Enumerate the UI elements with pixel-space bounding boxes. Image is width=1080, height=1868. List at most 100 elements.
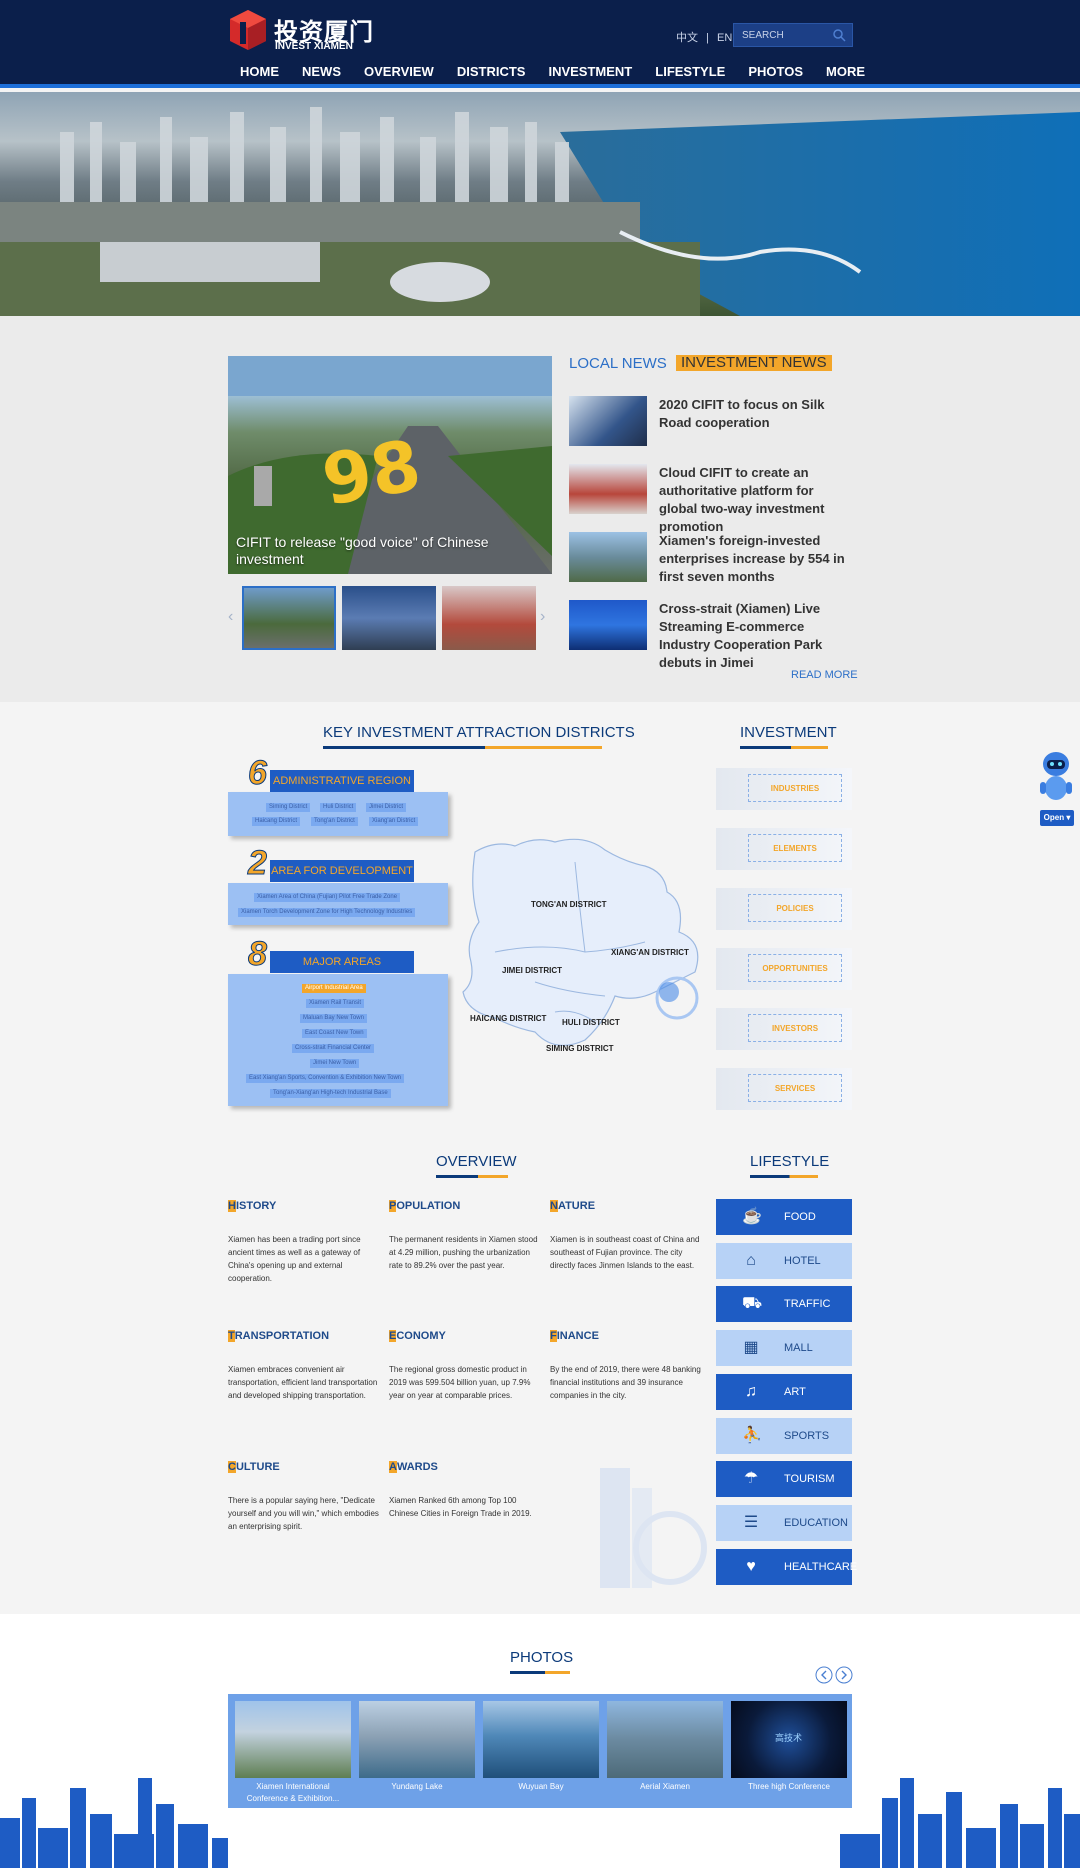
photo-item[interactable]: 高技术 Three high Conference — [731, 1701, 847, 1801]
photo-caption[interactable]: Xiamen International Conference & Exhibi… — [235, 1781, 351, 1805]
lang-chinese-link[interactable]: 中文 — [676, 32, 698, 44]
lifestyle-art[interactable]: ♫ ART — [716, 1374, 852, 1410]
major-area-tag[interactable]: Jimei New Town — [310, 1059, 360, 1068]
major-area-tag[interactable]: Airport Industrial Area — [302, 984, 366, 993]
nav-lifestyle[interactable]: LIFESTYLE — [655, 64, 725, 84]
development-tag[interactable]: Xiamen Torch Development Zone for High T… — [238, 908, 416, 917]
news-title[interactable]: 2020 CIFIT to focus on Silk Road coopera… — [659, 396, 853, 432]
photo-thumbnail[interactable] — [607, 1701, 723, 1778]
nav-home[interactable]: HOME — [240, 64, 279, 84]
nav-investment[interactable]: INVESTMENT — [548, 64, 632, 84]
photo-thumbnail[interactable]: 高技术 — [731, 1701, 847, 1778]
district-tag[interactable]: Haicang District — [252, 817, 301, 826]
robot-assistant-icon[interactable] — [1036, 748, 1076, 806]
investment-label[interactable]: OPPORTUNITIES — [748, 954, 842, 982]
nav-overview[interactable]: OVERVIEW — [364, 64, 434, 84]
news-item[interactable]: Xiamen's foreign-invested enterprises in… — [569, 532, 853, 584]
photo-item[interactable]: Aerial Xiamen — [607, 1701, 723, 1801]
news-item[interactable]: Cloud CIFIT to create an authoritative p… — [569, 464, 853, 534]
major-area-tag[interactable]: Cross-strait Financial Center — [292, 1044, 375, 1053]
lifestyle-label[interactable]: MALL — [770, 1330, 852, 1366]
logo[interactable]: 投资厦门 INVEST XIAMEN — [228, 8, 373, 54]
photo-caption[interactable]: Aerial Xiamen — [607, 1781, 723, 1793]
district-tag[interactable]: Xiang'an District — [369, 817, 419, 826]
district-tag[interactable]: Huli District — [320, 803, 357, 812]
feature-news-image[interactable]: 98 CIFIT to release "good voice" of Chin… — [228, 356, 552, 574]
thumbnail-1[interactable] — [242, 586, 336, 650]
major-area-tag[interactable]: East Xiang'an Sports, Convention & Exhib… — [246, 1074, 405, 1083]
major-area-tag[interactable]: Xiamen Rail Transit — [306, 999, 365, 1008]
lifestyle-label[interactable]: SPORTS — [770, 1418, 852, 1454]
photo-item[interactable]: Xiamen International Conference & Exhibi… — [235, 1701, 351, 1803]
feature-news-caption[interactable]: CIFIT to release "good voice" of Chinese… — [236, 534, 542, 568]
investment-investors[interactable]: INVESTORS — [716, 1008, 852, 1050]
map-label-tongan[interactable]: TONG'AN DISTRICT — [531, 900, 607, 909]
thumbnail-3[interactable] — [442, 586, 536, 650]
overview-heading[interactable]: NATURE — [550, 1200, 595, 1212]
open-chat-button[interactable]: Open ▾ — [1040, 810, 1074, 826]
investment-label[interactable]: POLICIES — [748, 894, 842, 922]
photo-caption[interactable]: Three high Conference — [731, 1781, 847, 1793]
lifestyle-healthcare[interactable]: ♥ HEALTHCARE — [716, 1549, 857, 1585]
investment-industries[interactable]: INDUSTRIES — [716, 768, 852, 810]
map-label-siming[interactable]: SIMING DISTRICT — [546, 1044, 614, 1053]
carousel-next-icon[interactable]: › — [540, 608, 545, 626]
photos-prev-icon[interactable] — [815, 1666, 833, 1684]
overview-heading[interactable]: HISTORY — [228, 1200, 276, 1212]
photo-thumbnail[interactable] — [359, 1701, 475, 1778]
investment-services[interactable]: SERVICES — [716, 1068, 852, 1110]
lifestyle-label[interactable]: HOTEL — [770, 1243, 852, 1279]
investment-label[interactable]: INDUSTRIES — [748, 774, 842, 802]
lifestyle-label[interactable]: TOURISM — [770, 1461, 852, 1497]
carousel-prev-icon[interactable]: ‹ — [228, 608, 233, 626]
investment-elements[interactable]: ELEMENTS — [716, 828, 852, 870]
major-area-tag[interactable]: Tong'an-Xiang'an High-tech Industrial Ba… — [270, 1089, 391, 1098]
investment-label[interactable]: INVESTORS — [748, 1014, 842, 1042]
map-label-xiangan[interactable]: XIANG'AN DISTRICT — [611, 948, 689, 957]
read-more-link[interactable]: READ MORE — [791, 669, 858, 681]
investment-label[interactable]: SERVICES — [748, 1074, 842, 1102]
lifestyle-sports[interactable]: ⛹ SPORTS — [716, 1418, 852, 1454]
lifestyle-label[interactable]: HEALTHCARE — [770, 1549, 857, 1585]
nav-more[interactable]: MORE — [826, 64, 865, 84]
photos-next-icon[interactable] — [835, 1666, 853, 1684]
search-input[interactable] — [734, 24, 834, 46]
lifestyle-label[interactable]: EDUCATION — [770, 1505, 852, 1541]
tab-investment-news[interactable]: INVESTMENT NEWS — [676, 355, 832, 371]
investment-policies[interactable]: POLICIES — [716, 888, 852, 930]
major-area-tag[interactable]: East Coast New Town — [302, 1029, 367, 1038]
lifestyle-label[interactable]: ART — [770, 1374, 852, 1410]
lifestyle-label[interactable]: FOOD — [770, 1199, 852, 1235]
nav-photos[interactable]: PHOTOS — [748, 64, 803, 84]
overview-heading[interactable]: ECONOMY — [389, 1330, 446, 1342]
major-area-tag[interactable]: Maluan Bay New Town — [300, 1014, 367, 1023]
overview-heading[interactable]: FINANCE — [550, 1330, 599, 1342]
overview-heading[interactable]: POPULATION — [389, 1200, 460, 1212]
news-title[interactable]: Cloud CIFIT to create an authoritative p… — [659, 464, 853, 536]
photo-caption[interactable]: Yundang Lake — [359, 1781, 475, 1793]
investment-label[interactable]: ELEMENTS — [748, 834, 842, 862]
overview-heading[interactable]: AWARDS — [389, 1461, 438, 1473]
lifestyle-tourism[interactable]: ☂ TOURISM — [716, 1461, 852, 1497]
investment-opportunities[interactable]: OPPORTUNITIES — [716, 948, 852, 990]
overview-heading[interactable]: TRANSPORTATION — [228, 1330, 329, 1342]
map-label-huli[interactable]: HULI DISTRICT — [562, 1018, 620, 1027]
district-tag[interactable]: Siming District — [266, 803, 311, 812]
lifestyle-food[interactable]: ☕ FOOD — [716, 1199, 852, 1235]
map-label-haicang[interactable]: HAICANG DISTRICT — [470, 1014, 546, 1023]
district-tag[interactable]: Jimei District — [366, 803, 406, 812]
news-item[interactable]: Cross-strait (Xiamen) Live Streaming E-c… — [569, 600, 853, 670]
photo-item[interactable]: Wuyuan Bay — [483, 1701, 599, 1801]
lang-english-link[interactable]: EN — [717, 32, 732, 44]
photo-thumbnail[interactable] — [235, 1701, 351, 1778]
lifestyle-mall[interactable]: ▦ MALL — [716, 1330, 852, 1366]
thumbnail-2[interactable] — [342, 586, 436, 650]
district-tag[interactable]: Tong'an District — [311, 817, 358, 826]
photo-item[interactable]: Yundang Lake — [359, 1701, 475, 1801]
search-icon[interactable] — [832, 28, 846, 42]
lifestyle-hotel[interactable]: ⌂ HOTEL — [716, 1243, 852, 1279]
map-label-jimei[interactable]: JIMEI DISTRICT — [502, 966, 562, 975]
overview-heading[interactable]: CULTURE — [228, 1461, 280, 1473]
development-tag[interactable]: Xiamen Area of China (Fujian) Pilot Free… — [254, 893, 401, 902]
nav-news[interactable]: NEWS — [302, 64, 341, 84]
